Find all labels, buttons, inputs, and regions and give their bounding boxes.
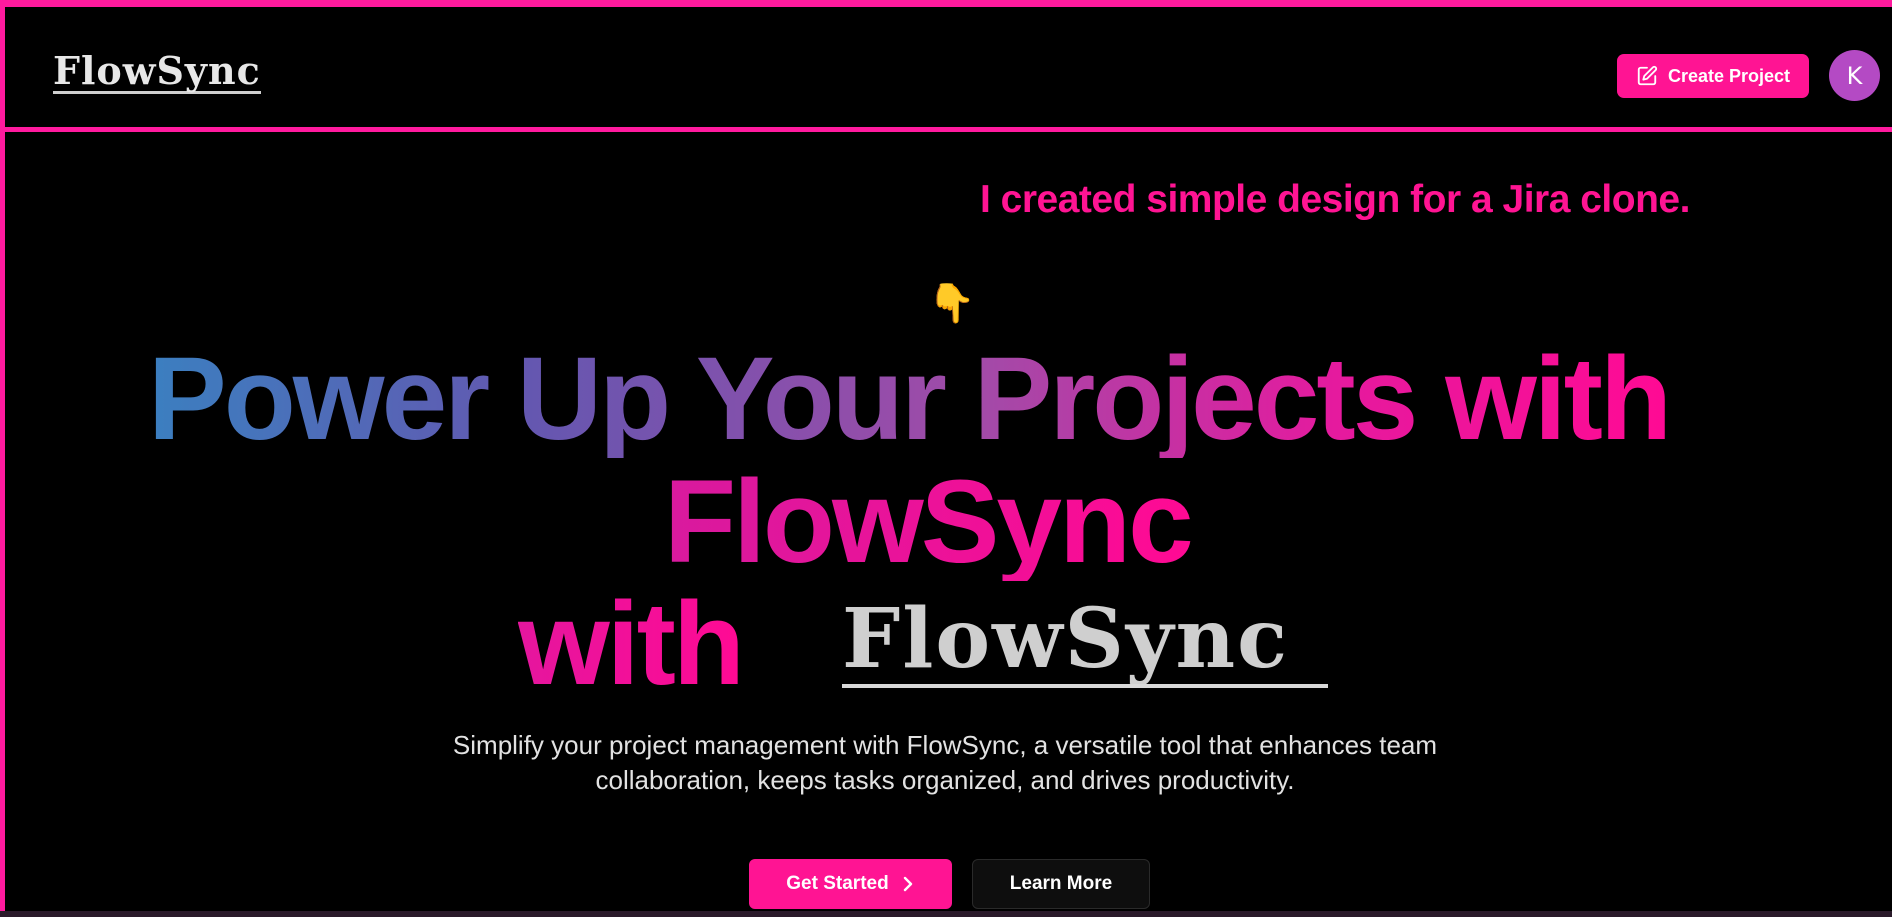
learn-more-button[interactable]: Learn More [972,859,1150,909]
hero-title-line-2: FlowSync [664,456,1194,588]
learn-more-label: Learn More [1009,873,1113,894]
hero-subtitle: Simplify your project management with Fl… [452,730,1438,795]
logo[interactable]: FlowSync [53,51,261,94]
create-project-label: Create Project [1667,65,1791,86]
hero-logo-underline [842,684,1328,688]
create-project-button[interactable]: Create Project [1617,54,1809,98]
get-started-label: Get Started [786,873,889,894]
bottom-border [0,911,1892,917]
pointing-down-hand-icon: 👇 [928,281,976,325]
edit-icon [1637,65,1658,86]
top-border [0,0,1892,7]
hero-logo: FlowSync [842,591,1290,687]
page: FlowSync Create Project K I created simp… [0,0,1892,917]
avatar[interactable]: K [1829,50,1880,101]
top-header: FlowSync Create Project K [5,7,1892,128]
chevron-right-icon [903,876,912,892]
get-started-button[interactable]: Get Started [749,859,952,909]
tagline: I created simple design for a Jira clone… [980,178,1690,221]
hero-title-line-1: Power Up Your Projects with [148,333,1672,465]
left-border [0,0,5,917]
header-divider [0,127,1892,132]
hero-title-line-3: with [518,578,745,710]
